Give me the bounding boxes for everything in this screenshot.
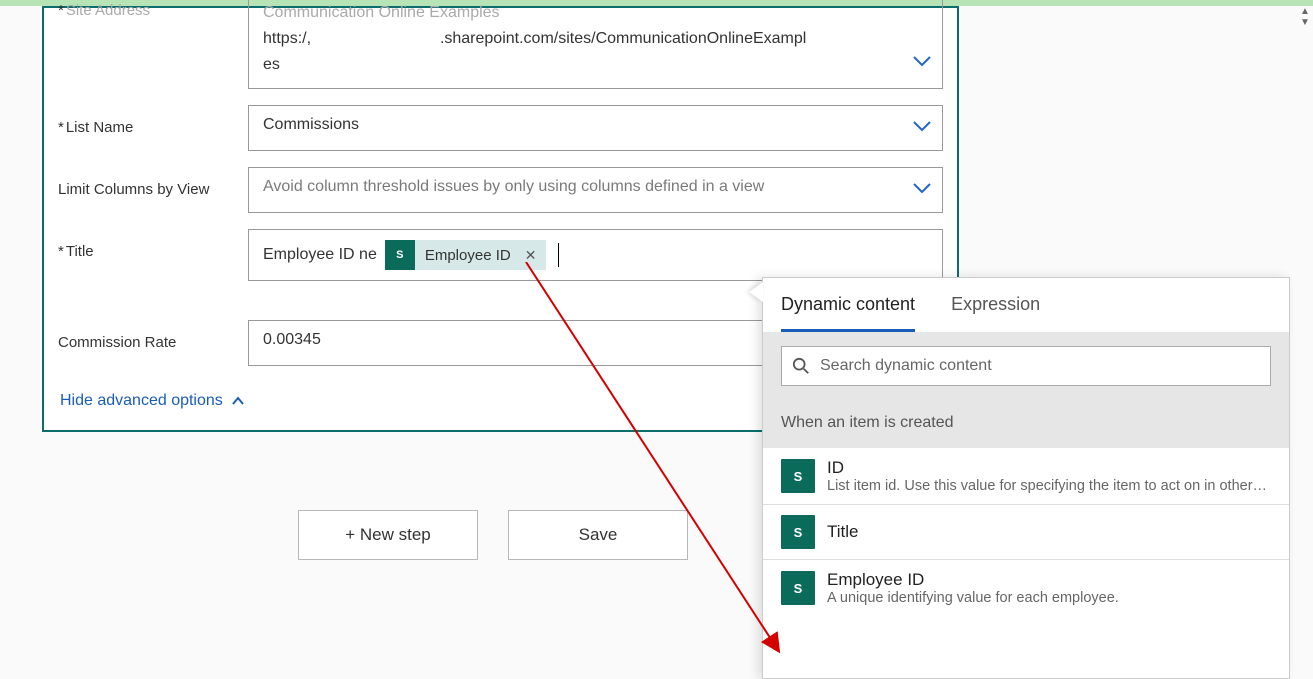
save-button[interactable]: Save — [508, 510, 688, 560]
title-field[interactable]: Employee ID ne S Employee ID ✕ — [248, 229, 943, 281]
label-title: *Title — [58, 229, 248, 260]
dc-item-title-field[interactable]: S Title — [763, 505, 1289, 560]
dynamic-token-employee-id[interactable]: S Employee ID ✕ — [385, 240, 547, 270]
dynamic-content-panel: Dynamic content Expression Search dynami… — [762, 277, 1290, 679]
chevron-down-icon[interactable] — [912, 119, 932, 137]
sharepoint-icon: S — [781, 515, 815, 549]
remove-token-button[interactable]: ✕ — [521, 247, 541, 264]
text-caret — [558, 243, 559, 267]
sharepoint-icon: S — [385, 240, 415, 270]
site-address-line1: Communication Online Examples — [263, 0, 904, 26]
list-name-field[interactable]: Commissions — [248, 105, 943, 151]
token-label: Employee ID — [425, 247, 511, 264]
label-list-name: *List Name — [58, 105, 248, 136]
site-address-line2: https:/, .sharepoint.com/sites/Communica… — [263, 26, 904, 52]
dc-item-desc: List item id. Use this value for specify… — [827, 478, 1271, 494]
chevron-up-icon — [231, 396, 245, 406]
commission-rate-value: 0.00345 — [263, 331, 321, 348]
list-name-value: Commissions — [263, 116, 359, 133]
dc-item-title: ID — [827, 458, 1271, 478]
sharepoint-icon: S — [781, 571, 815, 605]
site-address-line3: es — [263, 52, 904, 78]
search-input[interactable]: Search dynamic content — [781, 346, 1271, 386]
title-text: Employee ID ne — [263, 246, 377, 264]
search-placeholder: Search dynamic content — [820, 357, 992, 375]
dc-item-title: Title — [827, 522, 1271, 542]
label-limit-columns: Limit Columns by View — [58, 167, 248, 198]
sharepoint-icon: S — [781, 459, 815, 493]
tab-expression[interactable]: Expression — [951, 294, 1040, 332]
label-commission-rate: Commission Rate — [58, 320, 248, 351]
search-icon — [792, 357, 810, 375]
scroll-up-button[interactable]: ▲ — [1297, 6, 1313, 17]
scroll-down-button[interactable]: ▼ — [1297, 17, 1313, 28]
label-site-address: *Site Address — [58, 2, 248, 19]
tab-dynamic-content[interactable]: Dynamic content — [781, 294, 915, 332]
dc-item-title: Employee ID — [827, 570, 1271, 590]
site-address-field[interactable]: Communication Online Examples https:/, .… — [248, 0, 943, 89]
panel-callout-pointer — [749, 282, 763, 302]
chevron-down-icon[interactable] — [912, 50, 932, 76]
limit-columns-field[interactable]: Avoid column threshold issues by only us… — [248, 167, 943, 213]
group-header: When an item is created — [763, 400, 1289, 448]
limit-columns-placeholder: Avoid column threshold issues by only us… — [263, 178, 764, 195]
dc-item-id[interactable]: S ID List item id. Use this value for sp… — [763, 448, 1289, 505]
new-step-button[interactable]: + New step — [298, 510, 478, 560]
dc-item-employee-id[interactable]: S Employee ID A unique identifying value… — [763, 560, 1289, 616]
chevron-down-icon[interactable] — [912, 181, 932, 199]
dc-item-desc: A unique identifying value for each empl… — [827, 590, 1271, 606]
